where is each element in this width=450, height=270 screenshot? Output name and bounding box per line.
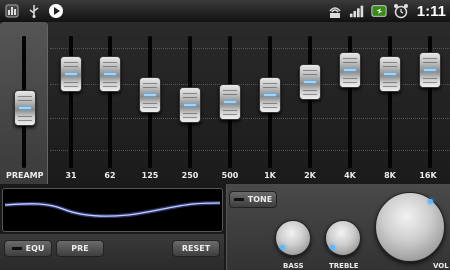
- band-125-slider-knob[interactable]: [139, 77, 161, 113]
- reset-button[interactable]: RESET: [172, 240, 220, 257]
- pre-button[interactable]: PRE: [56, 240, 104, 257]
- band-125-label: 125: [141, 171, 159, 180]
- band-500-label: 500: [221, 171, 239, 180]
- band-250-label: 250: [181, 171, 199, 180]
- tone-led-indicator: [233, 198, 244, 201]
- band-16k-label: 16K: [419, 171, 437, 180]
- band-2k-track[interactable]: [308, 36, 312, 168]
- equalizer-app-icon: [4, 3, 20, 19]
- bass-dial-indicator: [280, 245, 285, 250]
- band-2k-label: 2K: [304, 171, 316, 180]
- band-62-label: 62: [104, 171, 116, 180]
- volume-dial-indicator: [428, 199, 433, 204]
- band-31-label: 31: [65, 171, 77, 180]
- reset-button-label: RESET: [181, 244, 211, 253]
- band-62-slider-knob[interactable]: [99, 56, 121, 92]
- band-1k-label: 1K: [264, 171, 276, 180]
- band-4k-label: 4K: [344, 171, 356, 180]
- bass-dial[interactable]: [275, 220, 311, 256]
- equalizer-panel: PREAMP 31 62 125 250 500 1K 2K 4K 8K 16K: [0, 22, 450, 184]
- band-8k-label: 8K: [384, 171, 396, 180]
- band-31-slider-knob[interactable]: [60, 56, 82, 92]
- status-bar: 1:11: [0, 0, 450, 22]
- band-16k-slider-knob[interactable]: [419, 52, 441, 88]
- band-8k-slider-knob[interactable]: [379, 56, 401, 92]
- treble-label: TREBLE: [329, 262, 359, 270]
- play-icon: [48, 3, 64, 19]
- band-250-slider-knob[interactable]: [179, 87, 201, 123]
- tone-button-label: TONE: [247, 195, 273, 204]
- bass-label: BASS: [283, 262, 304, 270]
- eq-curve-display: [2, 188, 223, 232]
- status-left: [4, 3, 64, 19]
- usb-icon: [26, 3, 42, 19]
- treble-dial-indicator: [330, 245, 335, 250]
- tone-toggle-button[interactable]: TONE: [229, 191, 277, 208]
- eq-button-row: EQU PRE RESET: [0, 234, 224, 270]
- band-1k-slider-knob[interactable]: [259, 77, 281, 113]
- equ-led-indicator: [11, 247, 22, 250]
- signal-icon: [349, 3, 365, 19]
- equ-button-label: EQU: [25, 244, 45, 253]
- band-2k-slider-knob[interactable]: [299, 64, 321, 100]
- band-500-slider-knob[interactable]: [219, 84, 241, 120]
- wifi-icon: [327, 3, 343, 19]
- pre-button-label: PRE: [71, 244, 89, 253]
- clock-time: 1:11: [416, 2, 446, 20]
- volume-dial[interactable]: [375, 192, 445, 262]
- alarm-icon: [393, 3, 409, 19]
- equ-toggle-button[interactable]: EQU: [4, 240, 52, 257]
- bottom-controls: EQU PRE RESET TONE BASS TREBLE VOL: [0, 184, 450, 270]
- tone-volume-panel: TONE BASS TREBLE VOL: [226, 184, 450, 270]
- preamp-slider-knob[interactable]: [14, 90, 36, 126]
- eq-curve-graph: [4, 201, 221, 219]
- battery-icon: [371, 3, 387, 19]
- volume-label: VOL: [433, 262, 449, 270]
- band-4k-slider-knob[interactable]: [339, 52, 361, 88]
- preamp-label: PREAMP: [6, 171, 44, 180]
- status-right: 1:11: [327, 3, 446, 20]
- treble-dial[interactable]: [325, 220, 361, 256]
